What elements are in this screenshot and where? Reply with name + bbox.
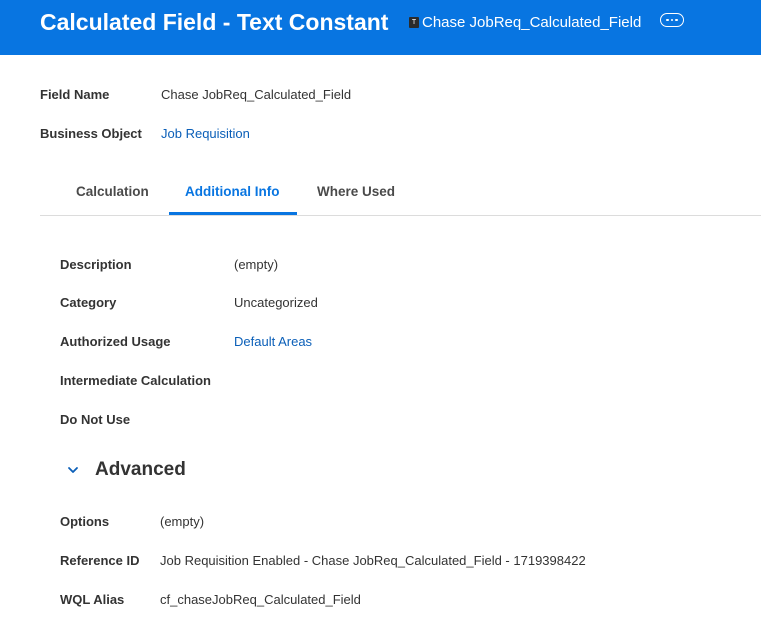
advanced-section-title[interactable]: Advanced: [95, 459, 186, 481]
business-object-link[interactable]: Job Requisition: [161, 126, 250, 142]
do-not-use-label: Do Not Use: [60, 412, 131, 427]
page-header: Calculated Field - Text Constant T Chase…: [0, 0, 761, 55]
chevron-down-icon[interactable]: [66, 464, 80, 476]
intermediate-calculation-label: Intermediate Calculation: [60, 373, 211, 388]
business-object-label: Business Object: [40, 126, 142, 141]
more-dots-icon-dot: [675, 18, 678, 22]
wql-alias-label: WQL Alias: [60, 592, 125, 607]
tabs-divider: [40, 215, 761, 216]
authorized-usage-link[interactable]: Default Areas: [234, 334, 312, 350]
more-dots-icon-dot: [670, 18, 674, 22]
instance-link[interactable]: T Chase JobReq_Calculated_Field: [409, 12, 641, 32]
authorized-usage-label: Authorized Usage: [60, 334, 171, 349]
page-title: Calculated Field - Text Constant: [40, 9, 389, 35]
text-type-icon: T: [409, 16, 419, 28]
tab-where-used[interactable]: Where Used: [317, 184, 395, 200]
tab-calculation[interactable]: Calculation: [76, 184, 149, 200]
field-name-value: Chase JobReq_Calculated_Field: [161, 87, 352, 102]
wql-alias-value: cf_chaseJobReq_Calculated_Field: [160, 592, 361, 607]
options-label: Options: [60, 514, 110, 529]
options-value: (empty): [160, 514, 205, 529]
field-name-label: Field Name: [40, 87, 110, 102]
tab-additional-info[interactable]: Additional Info: [185, 184, 279, 200]
instance-name[interactable]: Chase JobReq_Calculated_Field: [422, 14, 641, 31]
category-value: Uncategorized: [234, 295, 318, 310]
description-label: Description: [60, 257, 132, 272]
reference-id-label: Reference ID: [60, 553, 140, 568]
category-label: Category: [60, 295, 117, 310]
description-value: (empty): [234, 257, 279, 272]
related-actions-button[interactable]: [660, 13, 684, 27]
reference-id-value: Job Requisition Enabled - Chase JobReq_C…: [160, 553, 586, 568]
more-dots-icon: [666, 18, 669, 22]
active-tab-indicator: [169, 212, 297, 215]
